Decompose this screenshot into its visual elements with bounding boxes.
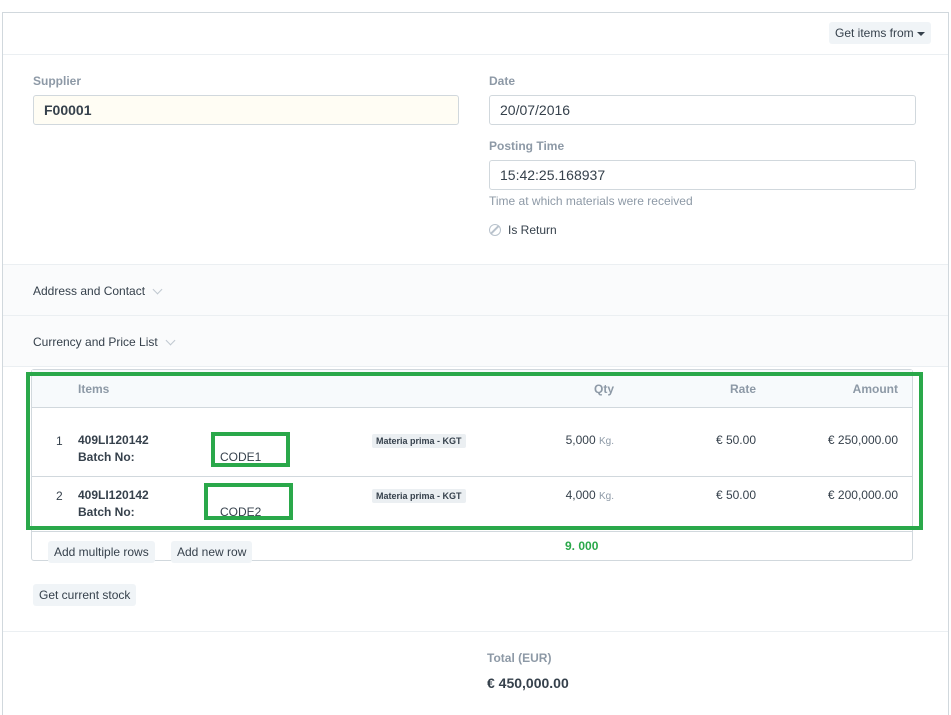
amount-cell: € 250,000.00: [827, 433, 898, 447]
warehouse-badge: Materia prima - KGT: [372, 489, 466, 503]
row-number: 1: [56, 434, 63, 448]
get-current-stock-button[interactable]: Get current stock: [33, 584, 137, 606]
section-divider: [3, 366, 948, 367]
add-multiple-rows-button[interactable]: Add multiple rows: [48, 541, 155, 563]
is-return-label: Is Return: [508, 223, 557, 237]
header-amount: Amount: [852, 382, 898, 396]
header-qty: Qty: [593, 382, 614, 396]
table-row[interactable]: 1 409LI120142 Batch No: CODE1 Materia pr…: [32, 422, 912, 477]
item-code: 409LI120142: [78, 433, 149, 447]
is-return-checkbox[interactable]: Is Return: [489, 223, 557, 237]
batch-no-label: Batch No:: [78, 505, 135, 519]
get-items-label: Get items from: [835, 26, 914, 40]
qty-value: 5,000: [565, 433, 596, 447]
address-contact-label: Address and Contact: [33, 284, 146, 298]
currency-price-list-label: Currency and Price List: [33, 335, 158, 349]
chevron-down-icon: [152, 284, 163, 294]
section-divider: [3, 264, 948, 265]
supplier-input[interactable]: F00001: [33, 95, 459, 125]
get-items-from-button[interactable]: Get items from: [829, 22, 931, 44]
qty-value: 4,000: [565, 488, 596, 502]
form-toolbar: Get items from: [3, 13, 948, 55]
supplier-label: Supplier: [33, 74, 82, 88]
qty-cell: 4,000 Kg.: [566, 488, 614, 502]
currency-price-list-section-toggle[interactable]: Currency and Price List: [33, 335, 176, 349]
posting-time-input[interactable]: 15:42:25.168937: [489, 160, 916, 190]
batch-no-value: CODE1: [220, 450, 262, 464]
header-rate: Rate: [729, 382, 756, 396]
header-items: Items: [78, 382, 110, 396]
caret-down-icon: [916, 31, 925, 36]
warehouse-badge: Materia prima - KGT: [372, 434, 466, 448]
rate-cell: € 50.00: [715, 488, 756, 502]
date-input[interactable]: 20/07/2016: [489, 95, 916, 125]
row-number: 2: [56, 489, 63, 503]
address-contact-section-toggle[interactable]: Address and Contact: [33, 284, 163, 298]
chevron-down-icon: [165, 335, 176, 345]
total-eur-value: € 450,000.00: [487, 675, 569, 691]
table-row[interactable]: 2 409LI120142 Batch No: CODE2 Materia pr…: [32, 477, 912, 532]
items-table-header: Items Qty Rate Amount: [32, 370, 912, 408]
batch-no-value: CODE2: [220, 505, 262, 519]
posting-time-label: Posting Time: [489, 139, 565, 153]
section-divider: [3, 631, 948, 632]
unchecked-icon: [489, 224, 501, 236]
rate-cell: € 50.00: [715, 433, 756, 447]
total-qty-value: 9. 000: [565, 539, 599, 553]
add-new-row-button[interactable]: Add new row: [171, 541, 253, 563]
date-label: Date: [489, 74, 516, 88]
amount-cell: € 200,000.00: [827, 488, 898, 502]
item-code: 409LI120142: [78, 488, 149, 502]
batch-no-label: Batch No:: [78, 450, 135, 464]
items-table: Items Qty Rate Amount 1 409LI120142 Batc…: [31, 369, 913, 563]
total-eur-label: Total (EUR): [487, 651, 552, 665]
uom-value: Kg.: [598, 491, 614, 502]
uom-value: Kg.: [598, 436, 614, 447]
posting-time-help: Time at which materials were received: [489, 194, 693, 208]
qty-cell: 5,000 Kg.: [566, 433, 614, 447]
